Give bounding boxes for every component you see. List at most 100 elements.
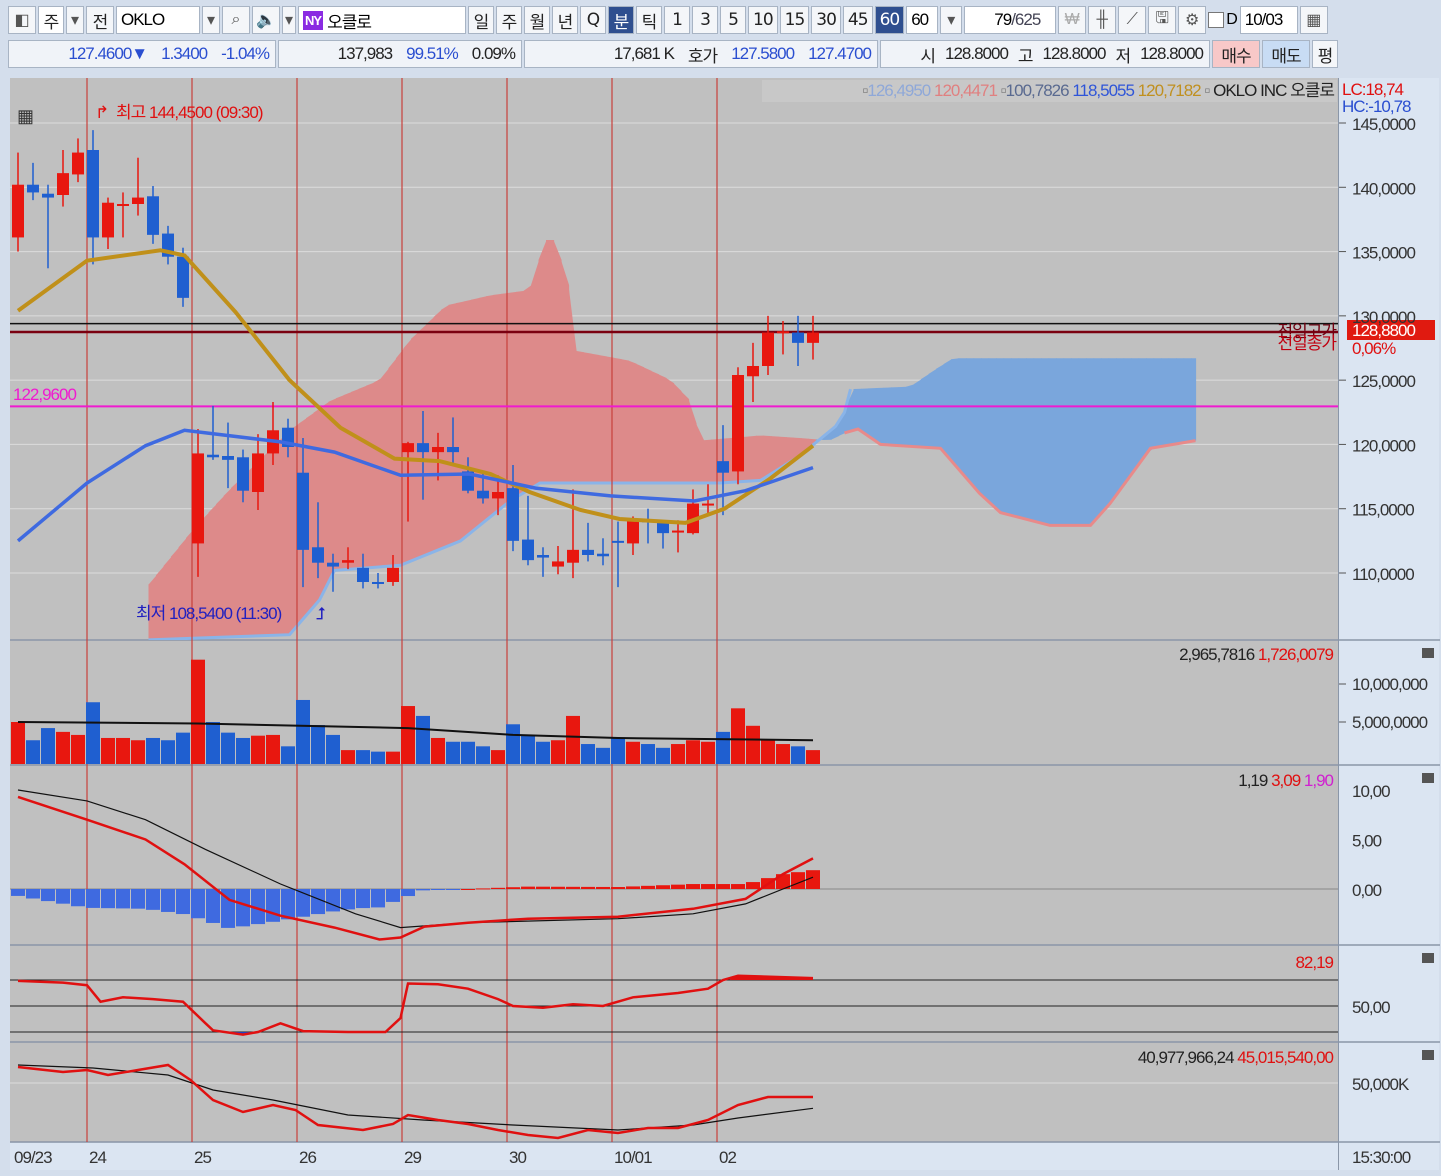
ichimoku-cloud-segment xyxy=(748,435,757,482)
ichimoku-cloud-segment xyxy=(606,356,615,483)
macd-histogram-bar xyxy=(101,889,115,909)
volume-values: 2,965,7816 1,726,0079 xyxy=(1179,645,1333,664)
ichimoku-cloud-segment xyxy=(966,358,975,487)
interval-30[interactable]: 30 xyxy=(811,6,841,34)
ichimoku-cloud-segment xyxy=(426,317,435,555)
period-day[interactable]: 일 xyxy=(468,6,494,34)
ichimoku-cloud-segment xyxy=(456,301,465,543)
speaker-icon[interactable]: 🔈 xyxy=(252,6,280,34)
ichimoku-cloud-segment xyxy=(643,367,652,483)
count-input[interactable]: 79/625 xyxy=(964,6,1057,34)
macd-histogram-bar xyxy=(356,889,370,909)
ichimoku-cloud-segment xyxy=(613,357,622,483)
ichimoku-cloud-segment xyxy=(1101,358,1110,514)
symbol-dropdown-icon[interactable]: ▾ xyxy=(202,6,220,34)
candle-body xyxy=(747,365,759,377)
ichimoku-cloud-segment xyxy=(171,547,180,640)
candle-body xyxy=(672,530,684,533)
macd-histogram-bar xyxy=(416,889,430,891)
volume-bar xyxy=(386,751,400,764)
stock-name-field[interactable]: NY 오클로 xyxy=(298,6,466,34)
candle-body xyxy=(177,256,189,298)
period-minute[interactable]: 분 xyxy=(608,6,634,34)
volume-bar xyxy=(71,734,85,764)
ichimoku-cloud-segment xyxy=(591,353,600,483)
macd-histogram-bar xyxy=(116,889,130,909)
macd-histogram-bar xyxy=(401,889,415,897)
candle-body xyxy=(372,581,384,584)
candle-body xyxy=(87,149,99,238)
interval-dropdown-icon[interactable]: ▾ xyxy=(940,6,963,34)
won-icon[interactable]: ₩ xyxy=(1058,6,1087,34)
ichimoku-cloud-segment xyxy=(1116,358,1125,496)
period-month[interactable]: 월 xyxy=(524,6,550,34)
volume-bar xyxy=(191,659,205,764)
grid-toggle-icon[interactable]: ▦ xyxy=(17,106,34,126)
macd-histogram-bar xyxy=(626,886,640,889)
ichimoku-cloud-segment xyxy=(763,435,772,479)
candle-body xyxy=(762,332,774,366)
candle-body xyxy=(252,453,264,492)
period-quarter[interactable]: Q xyxy=(580,6,606,34)
ichimoku-cloud-segment xyxy=(1183,358,1192,443)
ichimoku-cloud-segment xyxy=(1078,358,1087,526)
period-tick[interactable]: 틱 xyxy=(636,6,662,34)
ichimoku-cloud-segment xyxy=(1131,358,1140,475)
candle-body xyxy=(522,539,534,561)
add-candle-icon[interactable]: ╫ xyxy=(1088,6,1117,34)
ichimoku-cloud-segment xyxy=(988,358,997,509)
candle-body xyxy=(342,560,354,563)
volume-bar xyxy=(401,706,415,764)
price-axis-label: 115,0000 xyxy=(1352,501,1414,520)
stock-chart[interactable]: ▦ ↱ 최고 144,4500 (09:30) 최저 108,5400 (11:… xyxy=(0,0,1441,1176)
interval-1[interactable]: 1 xyxy=(664,6,690,34)
date-label: 30 xyxy=(509,1148,526,1167)
low-value: 128.8000 xyxy=(1140,44,1204,63)
period-week[interactable]: 주 xyxy=(496,6,522,34)
speaker-dropdown-icon[interactable]: ▾ xyxy=(282,6,296,34)
interval-5[interactable]: 5 xyxy=(720,6,746,34)
add-line-icon[interactable]: ⟋ xyxy=(1118,6,1147,34)
gear-icon[interactable]: ⚙ xyxy=(1178,6,1207,34)
interval-45[interactable]: 45 xyxy=(842,6,873,34)
buy-button[interactable]: 매수 xyxy=(1212,40,1260,68)
save-icon[interactable]: 🖫 xyxy=(1148,6,1177,34)
market-select[interactable]: 주 xyxy=(38,6,64,34)
ichimoku-cloud-segment xyxy=(921,373,930,448)
interval-15[interactable]: 15 xyxy=(779,6,810,34)
layout-icon[interactable]: ◧ xyxy=(8,6,36,34)
macd-histogram-bar xyxy=(716,884,730,889)
level-label: 122,9600 xyxy=(13,385,76,404)
candle-body xyxy=(297,472,309,550)
search-icon[interactable]: ⌕ xyxy=(222,6,250,34)
sell-button[interactable]: 매도 xyxy=(1262,40,1310,68)
chevron-down-icon[interactable]: ▾ xyxy=(66,6,84,34)
volume-bar xyxy=(86,702,100,764)
volume-bar xyxy=(11,722,25,764)
candle-body xyxy=(612,540,624,543)
candle-body xyxy=(807,332,819,343)
stock-name: 오클로 xyxy=(327,12,372,32)
ichimoku-cloud-segment xyxy=(943,359,952,461)
ichimoku-cloud-segment xyxy=(501,292,510,509)
symbol-input[interactable]: OKLO xyxy=(116,6,200,34)
flat-button[interactable]: 평 xyxy=(1312,40,1338,68)
interval-10[interactable]: 10 xyxy=(748,6,778,34)
calendar-icon[interactable]: ▦ xyxy=(1299,6,1328,34)
period-year[interactable]: 년 xyxy=(552,6,578,34)
ichimoku-cloud-segment xyxy=(891,387,900,446)
date-input[interactable]: 10/03 xyxy=(1239,6,1298,34)
interval-60[interactable]: 60 xyxy=(874,6,905,34)
volume-bar xyxy=(371,751,385,764)
prev-button[interactable]: 전 xyxy=(86,6,114,34)
d-checkbox[interactable] xyxy=(1208,12,1225,28)
obv-axis-label: 50,000K xyxy=(1352,1075,1410,1094)
high-value: 128.8000 xyxy=(1042,44,1107,63)
ichimoku-cloud-segment xyxy=(703,439,712,483)
open-value: 128.8000 xyxy=(945,44,1009,63)
interval-input[interactable]: 60 xyxy=(906,6,939,34)
interval-3[interactable]: 3 xyxy=(692,6,718,34)
macd-histogram-bar xyxy=(161,889,175,912)
date-label: 24 xyxy=(89,1148,106,1167)
volume-bar xyxy=(41,728,55,764)
